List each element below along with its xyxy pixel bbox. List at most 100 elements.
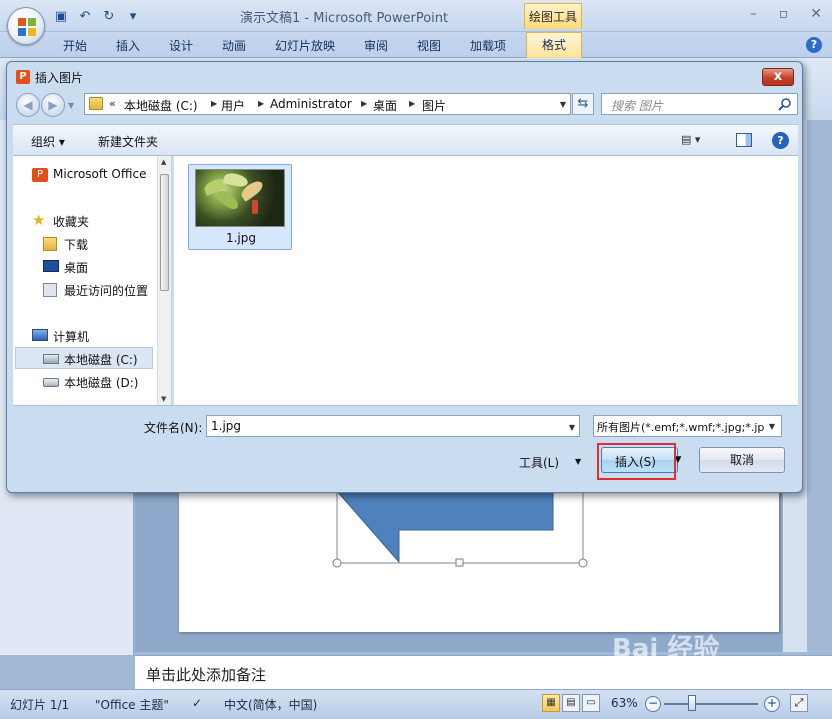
close-icon[interactable]: ✕ — [810, 6, 822, 22]
views-icon[interactable]: ▤ ▾ — [681, 133, 711, 146]
dialog-toolbar: 组织 ▾ 新建文件夹 ▤ ▾ ? — [13, 124, 798, 156]
breadcrumb-separator-icon[interactable]: ▶ — [409, 99, 415, 108]
tab-format[interactable]: 格式 — [526, 32, 582, 58]
computer-icon — [32, 329, 48, 341]
normal-view-icon[interactable]: ▦ — [542, 694, 560, 712]
filename-field[interactable]: 1.jpg ▼ — [206, 415, 580, 437]
tab-insert[interactable]: 插入 — [116, 37, 140, 54]
dialog-app-icon: P — [16, 70, 30, 84]
preview-pane-icon[interactable] — [736, 133, 752, 147]
tab-addins[interactable]: 加载项 — [470, 37, 506, 54]
save-icon[interactable]: ▣ — [52, 7, 70, 25]
undo-icon[interactable]: ↶ — [76, 7, 94, 25]
resize-handle — [578, 558, 588, 568]
cancel-button[interactable]: 取消 — [699, 447, 785, 473]
nav-scroll-thumb[interactable] — [160, 174, 169, 291]
breadcrumb-administrator[interactable]: Administrator — [270, 97, 352, 111]
breadcrumb-local-disk-c[interactable]: 本地磁盘 (C:) — [124, 97, 198, 114]
zoom-slider-thumb[interactable] — [688, 695, 696, 711]
ribbon-tabs: 开始 插入 设计 动画 幻灯片放映 审阅 视图 加载项 格式 ? — [0, 32, 832, 58]
history-dropdown-icon[interactable]: ▼ — [68, 101, 74, 110]
nav-item-favorites[interactable]: ★ 收藏夹 — [13, 210, 155, 232]
filename-label: 文件名(N): — [144, 421, 203, 435]
nav-item-desktop[interactable]: 桌面 — [13, 256, 155, 278]
nav-item-computer[interactable]: 计算机 — [13, 325, 155, 347]
chevron-down-icon[interactable]: ▼ — [569, 423, 575, 432]
language-indicator[interactable]: 中文(简体，中国) — [224, 696, 317, 713]
minimize-icon[interactable]: – — [750, 6, 757, 22]
tab-slideshow[interactable]: 幻灯片放映 — [275, 37, 335, 54]
breadcrumb-separator-icon[interactable]: ▶ — [361, 99, 367, 108]
new-folder-button[interactable]: 新建文件夹 — [98, 133, 158, 150]
office-logo-icon — [18, 18, 36, 36]
search-input[interactable]: 搜索 图片 — [601, 93, 798, 115]
spellcheck-icon[interactable]: ✓ — [192, 696, 202, 710]
zoom-in-icon[interactable]: + — [764, 696, 780, 712]
nav-label: 最近访问的位置 — [64, 284, 149, 298]
file-list-pane: 1.jpg — [174, 156, 798, 405]
resize-handle — [332, 558, 342, 568]
dialog-close-button[interactable]: x — [762, 68, 794, 86]
tools-label: 工具(L) — [519, 456, 560, 470]
nav-label: 桌面 — [64, 261, 89, 275]
insert-picture-dialog: P 插入图片 x ◀ ▶ ▼ « 本地磁盘 (C:) ▶ 用户 ▶ Admini… — [6, 61, 803, 493]
image-thumbnail — [195, 169, 285, 227]
zoom-out-icon[interactable]: − — [645, 696, 661, 712]
contextual-tab-group-label: 绘图工具 — [524, 3, 582, 29]
nav-pane-scrollbar[interactable]: ▲ ▼ — [157, 156, 171, 405]
nav-item-recent-places[interactable]: 最近访问的位置 — [13, 279, 155, 301]
filetype-select[interactable]: 所有图片(*.emf;*.wmf;*.jpg;*.jp ▼ — [593, 415, 782, 437]
zoom-level[interactable]: 63% — [611, 696, 638, 710]
customize-qat-icon[interactable]: ▾ — [124, 7, 142, 25]
restore-icon[interactable]: ▫ — [779, 6, 789, 22]
filename-value: 1.jpg — [211, 419, 242, 433]
scroll-up-icon[interactable]: ▲ — [161, 158, 166, 166]
chevron-down-icon[interactable]: ▼ — [766, 422, 778, 432]
refresh-button[interactable]: ⇆ — [572, 93, 594, 115]
slide-sorter-icon[interactable]: ▤ — [562, 694, 580, 712]
nav-item-local-disk-d[interactable]: 本地磁盘 (D:) — [13, 371, 155, 393]
window-title: 演示文稿1 - Microsoft PowerPoint — [240, 11, 449, 26]
file-item[interactable]: 1.jpg — [188, 164, 292, 250]
tab-animations[interactable]: 动画 — [222, 37, 246, 54]
back-button[interactable]: ◀ — [16, 93, 40, 117]
organize-button[interactable]: 组织 ▾ — [31, 133, 65, 150]
office-button[interactable] — [7, 7, 45, 45]
tab-design[interactable]: 设计 — [169, 37, 193, 54]
view-buttons: ▦ ▤ ▭ — [542, 694, 600, 712]
address-bar[interactable]: « 本地磁盘 (C:) ▶ 用户 ▶ Administrator ▶ 桌面 ▶ … — [84, 93, 571, 115]
nav-label: 收藏夹 — [53, 215, 90, 229]
zoom-slider[interactable] — [664, 703, 758, 705]
scroll-down-icon[interactable]: ▼ — [161, 395, 166, 403]
tab-view[interactable]: 视图 — [417, 37, 441, 54]
help-icon[interactable]: ? — [806, 37, 822, 53]
tools-button[interactable]: 工具(L) ▼ — [513, 451, 585, 473]
nav-label: 本地磁盘 (D:) — [64, 376, 139, 390]
breadcrumb-pictures[interactable]: 图片 — [422, 97, 446, 114]
folder-icon — [89, 97, 103, 110]
watermark-url: jingyan.baidu.com — [700, 664, 811, 678]
resize-handle — [455, 558, 464, 567]
navigation-bar: ◀ ▶ ▼ « 本地磁盘 (C:) ▶ 用户 ▶ Administrator ▶… — [13, 91, 798, 119]
breadcrumb-separator-icon[interactable]: ▶ — [258, 99, 264, 108]
quick-access-toolbar: ▣ ↶ ↻ ▾ — [52, 7, 142, 25]
tab-review[interactable]: 审阅 — [364, 37, 388, 54]
forward-button[interactable]: ▶ — [41, 93, 65, 117]
tab-home[interactable]: 开始 — [63, 37, 87, 54]
theme-name[interactable]: "Office 主题" — [95, 696, 169, 713]
nav-item-downloads[interactable]: 下载 — [13, 233, 155, 255]
slideshow-view-icon[interactable]: ▭ — [582, 694, 600, 712]
breadcrumb-users[interactable]: 用户 — [221, 97, 245, 114]
address-dropdown-icon[interactable]: ▼ — [560, 100, 566, 109]
nav-item-local-disk-c[interactable]: 本地磁盘 (C:) — [15, 347, 153, 369]
help-icon[interactable]: ? — [772, 132, 789, 149]
breadcrumb-desktop[interactable]: 桌面 — [373, 97, 397, 114]
navigation-pane: P Microsoft Office ★ 收藏夹 下载 桌面 最近访问的位置 计… — [13, 156, 172, 405]
search-icon[interactable] — [778, 97, 792, 111]
fit-to-window-icon[interactable]: ⤢ — [790, 694, 808, 712]
address-overflow[interactable]: « — [109, 97, 116, 110]
nav-item-microsoft-office[interactable]: P Microsoft Office — [13, 164, 155, 186]
breadcrumb-separator-icon[interactable]: ▶ — [211, 99, 217, 108]
dialog-footer: 文件名(N): 1.jpg ▼ 所有图片(*.emf;*.wmf;*.jpg;*… — [13, 405, 798, 489]
redo-icon[interactable]: ↻ — [100, 7, 118, 25]
